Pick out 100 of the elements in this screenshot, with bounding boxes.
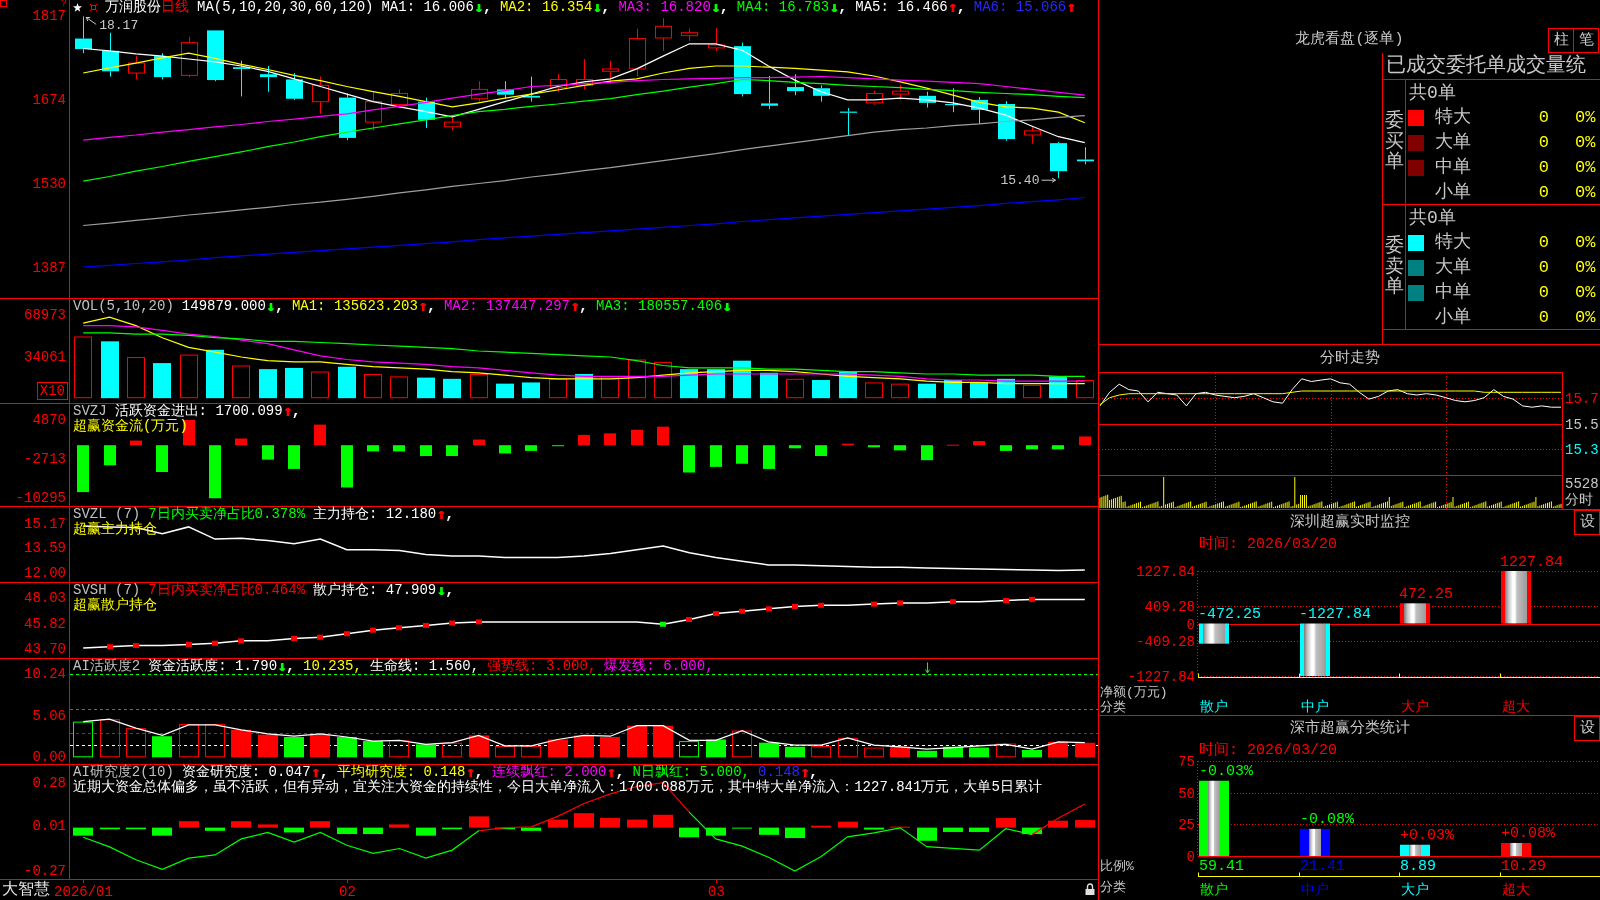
panel-title: 分时走势 xyxy=(1319,348,1380,369)
axis-label: 50 xyxy=(1178,785,1195,802)
table-title: 已成交委托单成交量统 xyxy=(1386,54,1586,78)
indicator-text: 0.148 xyxy=(758,765,801,780)
category-label: 中户 xyxy=(1301,882,1329,898)
order-total: 共0单 xyxy=(1409,81,1456,104)
axis-title: 分类 xyxy=(1100,879,1126,895)
indicator-text: ↑ xyxy=(417,299,427,314)
axis-label: -2713 xyxy=(24,451,66,468)
indicator-text: ↑ xyxy=(436,507,446,522)
category-label: 散户 xyxy=(1200,882,1228,898)
indicator-text: ↓ xyxy=(722,299,732,314)
order-size-label: 中单 xyxy=(1435,156,1471,177)
point-marker-icon xyxy=(212,640,218,646)
point-marker-icon xyxy=(238,638,244,644)
order-size-label: 小单 xyxy=(1435,306,1471,327)
order-size-label: 大单 xyxy=(1435,131,1471,152)
indicator-text: 平均研究度: 0.148 xyxy=(336,765,466,780)
indicator-text: 资金研究度: 0.047 xyxy=(181,765,311,780)
point-marker-icon xyxy=(186,641,192,647)
settings-button[interactable]: 设 xyxy=(1574,510,1600,535)
indicator-text: , xyxy=(809,765,819,780)
indicator-text: , xyxy=(445,507,455,522)
timestamp-text: 时间: 2026/03/20 xyxy=(1199,742,1338,759)
order-percent: 0% xyxy=(1575,107,1596,127)
indicator-text: 7日内买卖净占比0.378% xyxy=(148,507,306,522)
axis-label: 34061 xyxy=(24,348,66,365)
axis-label: 43.70 xyxy=(24,641,66,658)
indicator-text: 强势线: 3.000, xyxy=(487,659,597,674)
data-label: 8.89 xyxy=(1400,857,1436,875)
indicator-text: , xyxy=(291,404,301,419)
view-button[interactable]: 柱 xyxy=(1548,28,1574,53)
indicator-text: MA1: 135623.203 xyxy=(291,299,418,314)
order-percent: 0% xyxy=(1575,157,1596,177)
point-marker-icon xyxy=(291,635,297,641)
axis-label: 1674 xyxy=(32,91,66,108)
point-marker-icon xyxy=(792,603,798,609)
axis-label: -409.28 xyxy=(1136,633,1195,650)
indicator-text: ↓ xyxy=(265,299,275,314)
axis-label: 0 xyxy=(1186,616,1195,633)
timestamp-text: 时间: 2026/03/20 xyxy=(1199,536,1338,553)
data-label: 21.41 xyxy=(1300,857,1345,875)
data-label: 10.29 xyxy=(1501,857,1546,875)
axis-label: 1817 xyxy=(32,8,66,25)
order-count: 0 xyxy=(1538,181,1549,204)
indicator-text: 7日内买卖净占比0.464% xyxy=(148,583,306,598)
point-marker-icon xyxy=(1003,598,1009,604)
indicator-text: 超赢散户持仓 xyxy=(73,598,157,613)
axis-label: 1227.84 xyxy=(1136,563,1195,580)
change-label: -0.03% xyxy=(1199,763,1253,781)
order-size-label: 大单 xyxy=(1435,256,1471,277)
price-annotation: 15.40 xyxy=(1000,172,1040,188)
axis-label: 75 xyxy=(1178,753,1195,770)
change-label: +0.08% xyxy=(1501,825,1555,843)
down-arrow-icon xyxy=(924,661,931,674)
indicator-text: ↑ xyxy=(800,765,810,780)
point-marker-icon xyxy=(871,601,877,607)
order-total: 共0单 xyxy=(1409,206,1456,229)
change-label: +0.03% xyxy=(1400,827,1454,845)
axis-label: -0.27 xyxy=(24,862,66,879)
indicator-text: 生命线: 1.560, xyxy=(369,659,480,674)
point-marker-icon xyxy=(107,644,113,650)
square-mark-icon xyxy=(90,4,97,11)
indicator-text: , xyxy=(838,0,848,15)
point-marker-icon xyxy=(713,611,719,617)
pointer-arrow-icon xyxy=(85,16,97,25)
group-label: 委卖单 xyxy=(1384,235,1404,299)
indicator-text: 连续飘红: 2.000 xyxy=(491,765,607,780)
order-count: 0 xyxy=(1538,106,1549,129)
pointer-arrow-icon xyxy=(1041,177,1056,183)
indicator-text: SVZL (7) xyxy=(73,507,141,522)
order-count: 0 xyxy=(1538,156,1549,179)
indicator-text: MA2: 16.354 xyxy=(499,0,593,15)
date-label: 03 xyxy=(708,883,725,900)
indicator-text: MA(5,10,20,30,60,120) xyxy=(197,0,374,15)
indicator-text: , xyxy=(615,765,625,780)
indicator-text: MA5: 16.466 xyxy=(855,0,948,15)
indicator-text: ↓ xyxy=(436,583,446,598)
order-percent: 0% xyxy=(1575,307,1596,327)
axis-title: 净额(万元) xyxy=(1100,684,1168,700)
order-percent: 0% xyxy=(1575,282,1596,302)
indicator-text: ↓ xyxy=(473,0,483,15)
data-label: 59.41 xyxy=(1199,857,1244,875)
indicator-text: ↑ xyxy=(1066,0,1076,15)
indicator-text: AI研究度2(10) xyxy=(73,765,174,780)
order-percent: 0% xyxy=(1575,232,1596,252)
order-size-label: 中单 xyxy=(1435,281,1471,302)
category-label: 超大 xyxy=(1502,699,1530,715)
point-marker-icon xyxy=(317,634,323,640)
data-label: -472.25 xyxy=(1198,606,1261,623)
indicator-text: ↑ xyxy=(947,0,957,15)
order-percent: 0% xyxy=(1575,132,1596,152)
point-marker-icon xyxy=(344,631,350,637)
indicator-text: ↑ xyxy=(310,765,320,780)
point-marker-icon xyxy=(897,600,903,606)
data-label: 472.25 xyxy=(1399,585,1453,603)
view-button[interactable]: 笔 xyxy=(1573,28,1599,53)
settings-button[interactable]: 设 xyxy=(1574,716,1600,741)
order-percent: 0% xyxy=(1575,182,1596,202)
data-label: -1227.84 xyxy=(1299,606,1371,623)
